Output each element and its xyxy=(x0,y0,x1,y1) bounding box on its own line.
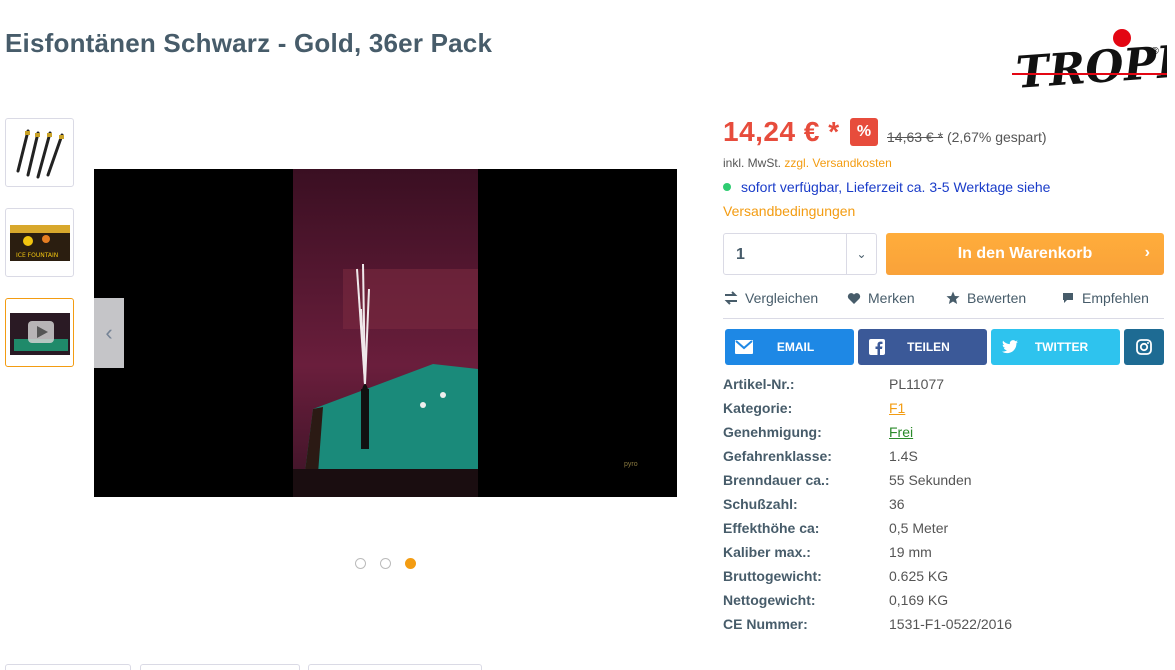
spec-label: Effekthöhe ca: xyxy=(723,520,820,536)
video-content xyxy=(293,169,478,497)
video-thumbnail-image xyxy=(10,313,70,355)
add-to-cart-label: In den Warenkorb xyxy=(957,245,1093,262)
spec-value: 0,169 KG xyxy=(889,592,949,608)
spec-value: 1.4S xyxy=(889,448,918,464)
tax-info: inkl. MwSt. zzgl. Versandkosten xyxy=(723,156,892,170)
gallery-dot-3[interactable] xyxy=(405,558,416,569)
compare-action[interactable]: Vergleichen xyxy=(723,290,818,306)
remember-label: Merken xyxy=(868,290,915,306)
sparklers-image xyxy=(16,129,64,179)
tab-2[interactable] xyxy=(140,664,300,670)
spec-value: PL11077 xyxy=(889,376,945,392)
gallery-pagination xyxy=(355,558,416,569)
product-price: 14,24 € * xyxy=(723,116,840,147)
approval-link[interactable]: Frei xyxy=(889,424,913,440)
page-title: Eisfontänen Schwarz - Gold, 36er Pack xyxy=(5,28,493,58)
brand-logo-text: TROPIC xyxy=(1014,34,1167,99)
chevron-right-icon: › xyxy=(1144,244,1150,261)
spec-label: Kategorie: xyxy=(723,400,793,416)
spec-value: 55 Sekunden xyxy=(889,472,972,488)
share-facebook-label: TEILEN xyxy=(907,340,950,354)
spec-label: Schußzahl: xyxy=(723,496,798,512)
recommend-action[interactable]: Empfehlen xyxy=(1060,290,1149,306)
star-icon xyxy=(945,290,961,306)
gallery-prev-button[interactable]: ‹ xyxy=(94,298,124,368)
gallery-dot-2[interactable] xyxy=(380,558,391,569)
quantity-select[interactable]: 1 ⌄ xyxy=(723,233,877,275)
heart-icon xyxy=(846,290,862,306)
share-email-label: EMAIL xyxy=(776,340,815,354)
old-price-block: 14,63 € * (2,67% gespart) xyxy=(887,129,1047,145)
share-facebook-button[interactable]: TEILEN xyxy=(858,329,987,365)
share-instagram-button[interactable] xyxy=(1124,329,1164,365)
chevron-down-icon: ⌄ xyxy=(846,234,876,274)
shipping-costs-link[interactable]: zzgl. Versandkosten xyxy=(784,156,891,170)
spec-label: Artikel-Nr.: xyxy=(723,376,795,392)
box-image: ICE FOUNTAIN xyxy=(10,225,70,261)
tax-text: inkl. MwSt. xyxy=(723,156,782,170)
thumbnail-sparklers[interactable] xyxy=(5,118,74,187)
rate-label: Bewerten xyxy=(967,290,1027,306)
video-watermark: pyro xyxy=(624,461,638,468)
compare-label: Vergleichen xyxy=(745,290,819,306)
gallery-dot-1[interactable] xyxy=(355,558,366,569)
chevron-left-icon: ‹ xyxy=(105,320,113,345)
share-email-button[interactable]: EMAIL xyxy=(725,329,854,365)
rate-action[interactable]: Bewerten xyxy=(945,290,1026,306)
shipping-terms-link[interactable]: Versandbedingungen xyxy=(723,203,855,219)
brand-logo[interactable]: TROPIC ® xyxy=(1012,24,1175,100)
spec-value: 0,5 Meter xyxy=(889,520,949,536)
facebook-icon xyxy=(868,338,886,356)
spec-value: 36 xyxy=(889,496,905,512)
thumbnail-video[interactable] xyxy=(5,298,74,367)
twitter-icon xyxy=(1001,338,1019,356)
compare-icon xyxy=(723,290,739,306)
share-twitter-button[interactable]: TWITTER xyxy=(991,329,1120,365)
instagram-icon xyxy=(1135,338,1153,356)
old-price: 14,63 € * xyxy=(887,129,944,145)
quantity-value: 1 xyxy=(736,246,745,263)
spec-value: 1531-F1-0522/2016 xyxy=(889,616,1012,632)
discount-badge: % xyxy=(850,118,878,146)
add-to-cart-button[interactable]: In den Warenkorb › xyxy=(886,233,1164,275)
registered-mark: ® xyxy=(1150,46,1160,57)
box-label: ICE FOUNTAIN xyxy=(16,252,58,259)
product-video-frame[interactable]: pyro xyxy=(94,169,677,497)
thumbnail-box[interactable]: ICE FOUNTAIN xyxy=(5,208,74,277)
tab-1[interactable] xyxy=(5,664,131,670)
share-twitter-label: TWITTER xyxy=(1034,340,1089,354)
divider xyxy=(723,318,1164,319)
spec-label: Gefahrenklasse: xyxy=(723,448,832,464)
spec-value: 0.625 KG xyxy=(889,568,949,584)
category-link[interactable]: F1 xyxy=(889,400,905,416)
spec-label: Kaliber max.: xyxy=(723,544,811,560)
remember-action[interactable]: Merken xyxy=(846,290,915,306)
spec-label: Genehmigung: xyxy=(723,424,822,440)
tab-3[interactable] xyxy=(308,664,482,670)
availability-dot-icon xyxy=(723,183,731,191)
spec-label: CE Nummer: xyxy=(723,616,808,632)
saved-percent: (2,67% gespart) xyxy=(946,129,1047,145)
spec-label: Bruttogewicht: xyxy=(723,568,822,584)
recommend-label: Empfehlen xyxy=(1082,290,1149,306)
spec-label: Brenndauer ca.: xyxy=(723,472,830,488)
spec-label: Nettogewicht: xyxy=(723,592,816,608)
availability: sofort verfügbar, Lieferzeit ca. 3-5 Wer… xyxy=(723,179,1050,195)
comment-icon xyxy=(1060,290,1076,306)
spec-value: 19 mm xyxy=(889,544,932,560)
availability-text: sofort verfügbar, Lieferzeit ca. 3-5 Wer… xyxy=(741,179,1051,195)
email-icon xyxy=(735,338,753,356)
